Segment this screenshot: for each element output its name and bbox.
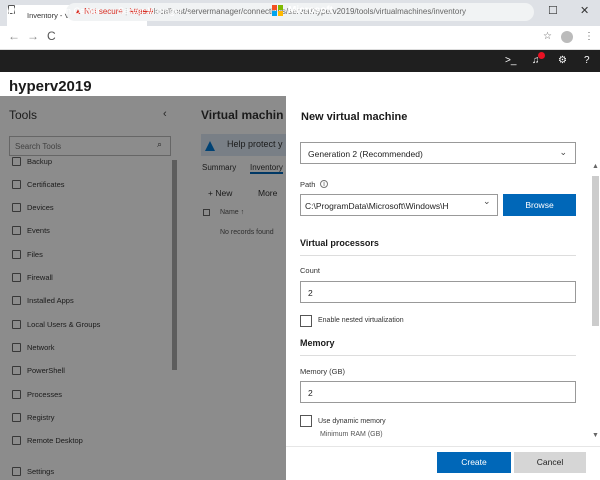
path-input[interactable]: C:\ProgramData\Microsoft\Windows\H — [300, 194, 498, 216]
app-title[interactable]: Windows Admin Center — [7, 6, 101, 16]
path-label: Path — [300, 180, 316, 189]
notification-badge — [538, 52, 545, 59]
browser-menu-icon[interactable]: ⋮ — [584, 31, 594, 42]
maximize-button[interactable]: ☐ — [548, 4, 558, 17]
memory-heading: Memory — [300, 338, 335, 348]
generation-select[interactable]: Generation 2 (Recommended) ⌄ — [300, 142, 576, 164]
reload-button[interactable]: C — [47, 29, 56, 43]
gear-icon[interactable]: ⚙ — [558, 55, 567, 66]
virtual-processors-heading: Virtual processors — [300, 238, 379, 248]
memory-label: Memory (GB) — [300, 367, 345, 376]
count-label: Count — [300, 266, 321, 275]
count-value: 2 — [308, 288, 313, 298]
terminal-icon[interactable]: >_ — [505, 55, 516, 66]
minimum-ram-label: Minimum RAM (GB) — [320, 431, 383, 438]
panel-scrollbar-thumb[interactable] — [592, 176, 599, 326]
path-value: C:\ProgramData\Microsoft\Windows\H — [305, 201, 449, 211]
address-bar-row — [0, 26, 600, 50]
count-input[interactable]: 2 — [300, 281, 576, 303]
bookmark-star-icon[interactable]: ☆ — [543, 31, 552, 42]
scroll-down-icon[interactable]: ▼ — [592, 432, 599, 439]
chevron-down-icon: ⌄ — [559, 147, 567, 157]
info-icon[interactable]: i — [320, 180, 328, 188]
dynamic-memory-checkbox[interactable] — [300, 415, 312, 427]
memory-value: 2 — [308, 388, 313, 398]
page-title: hyperv2019 — [9, 78, 92, 95]
modal-overlay[interactable] — [0, 96, 286, 480]
divider — [300, 255, 576, 256]
scroll-up-icon[interactable]: ▲ — [592, 163, 599, 170]
back-button[interactable]: ← — [8, 29, 20, 43]
generation-value: Generation 2 (Recommended) — [308, 149, 423, 159]
nested-virtualization-checkbox[interactable] — [300, 315, 312, 327]
chevron-down-icon: ⌄ — [185, 6, 193, 16]
microsoft-logo-icon — [272, 5, 284, 17]
context-label: Server Manager — [118, 6, 183, 16]
forward-button[interactable]: → — [27, 29, 39, 43]
cancel-button[interactable]: Cancel — [514, 452, 586, 473]
window-close-button[interactable]: ✕ — [580, 4, 589, 17]
browse-button[interactable]: Browse — [503, 194, 576, 216]
create-button[interactable]: Create — [437, 452, 511, 473]
profile-avatar[interactable] — [561, 31, 573, 43]
dynamic-memory-label: Use dynamic memory — [318, 418, 386, 425]
context-switcher[interactable]: Server Manager ⌄ — [118, 6, 193, 17]
help-icon[interactable]: ? — [584, 55, 590, 66]
brand-label: Microsoft — [288, 5, 333, 16]
panel-title: New virtual machine — [301, 111, 408, 123]
memory-input[interactable]: 2 — [300, 381, 576, 403]
divider — [300, 355, 576, 356]
nested-virtualization-label: Enable nested virtualization — [318, 317, 404, 324]
